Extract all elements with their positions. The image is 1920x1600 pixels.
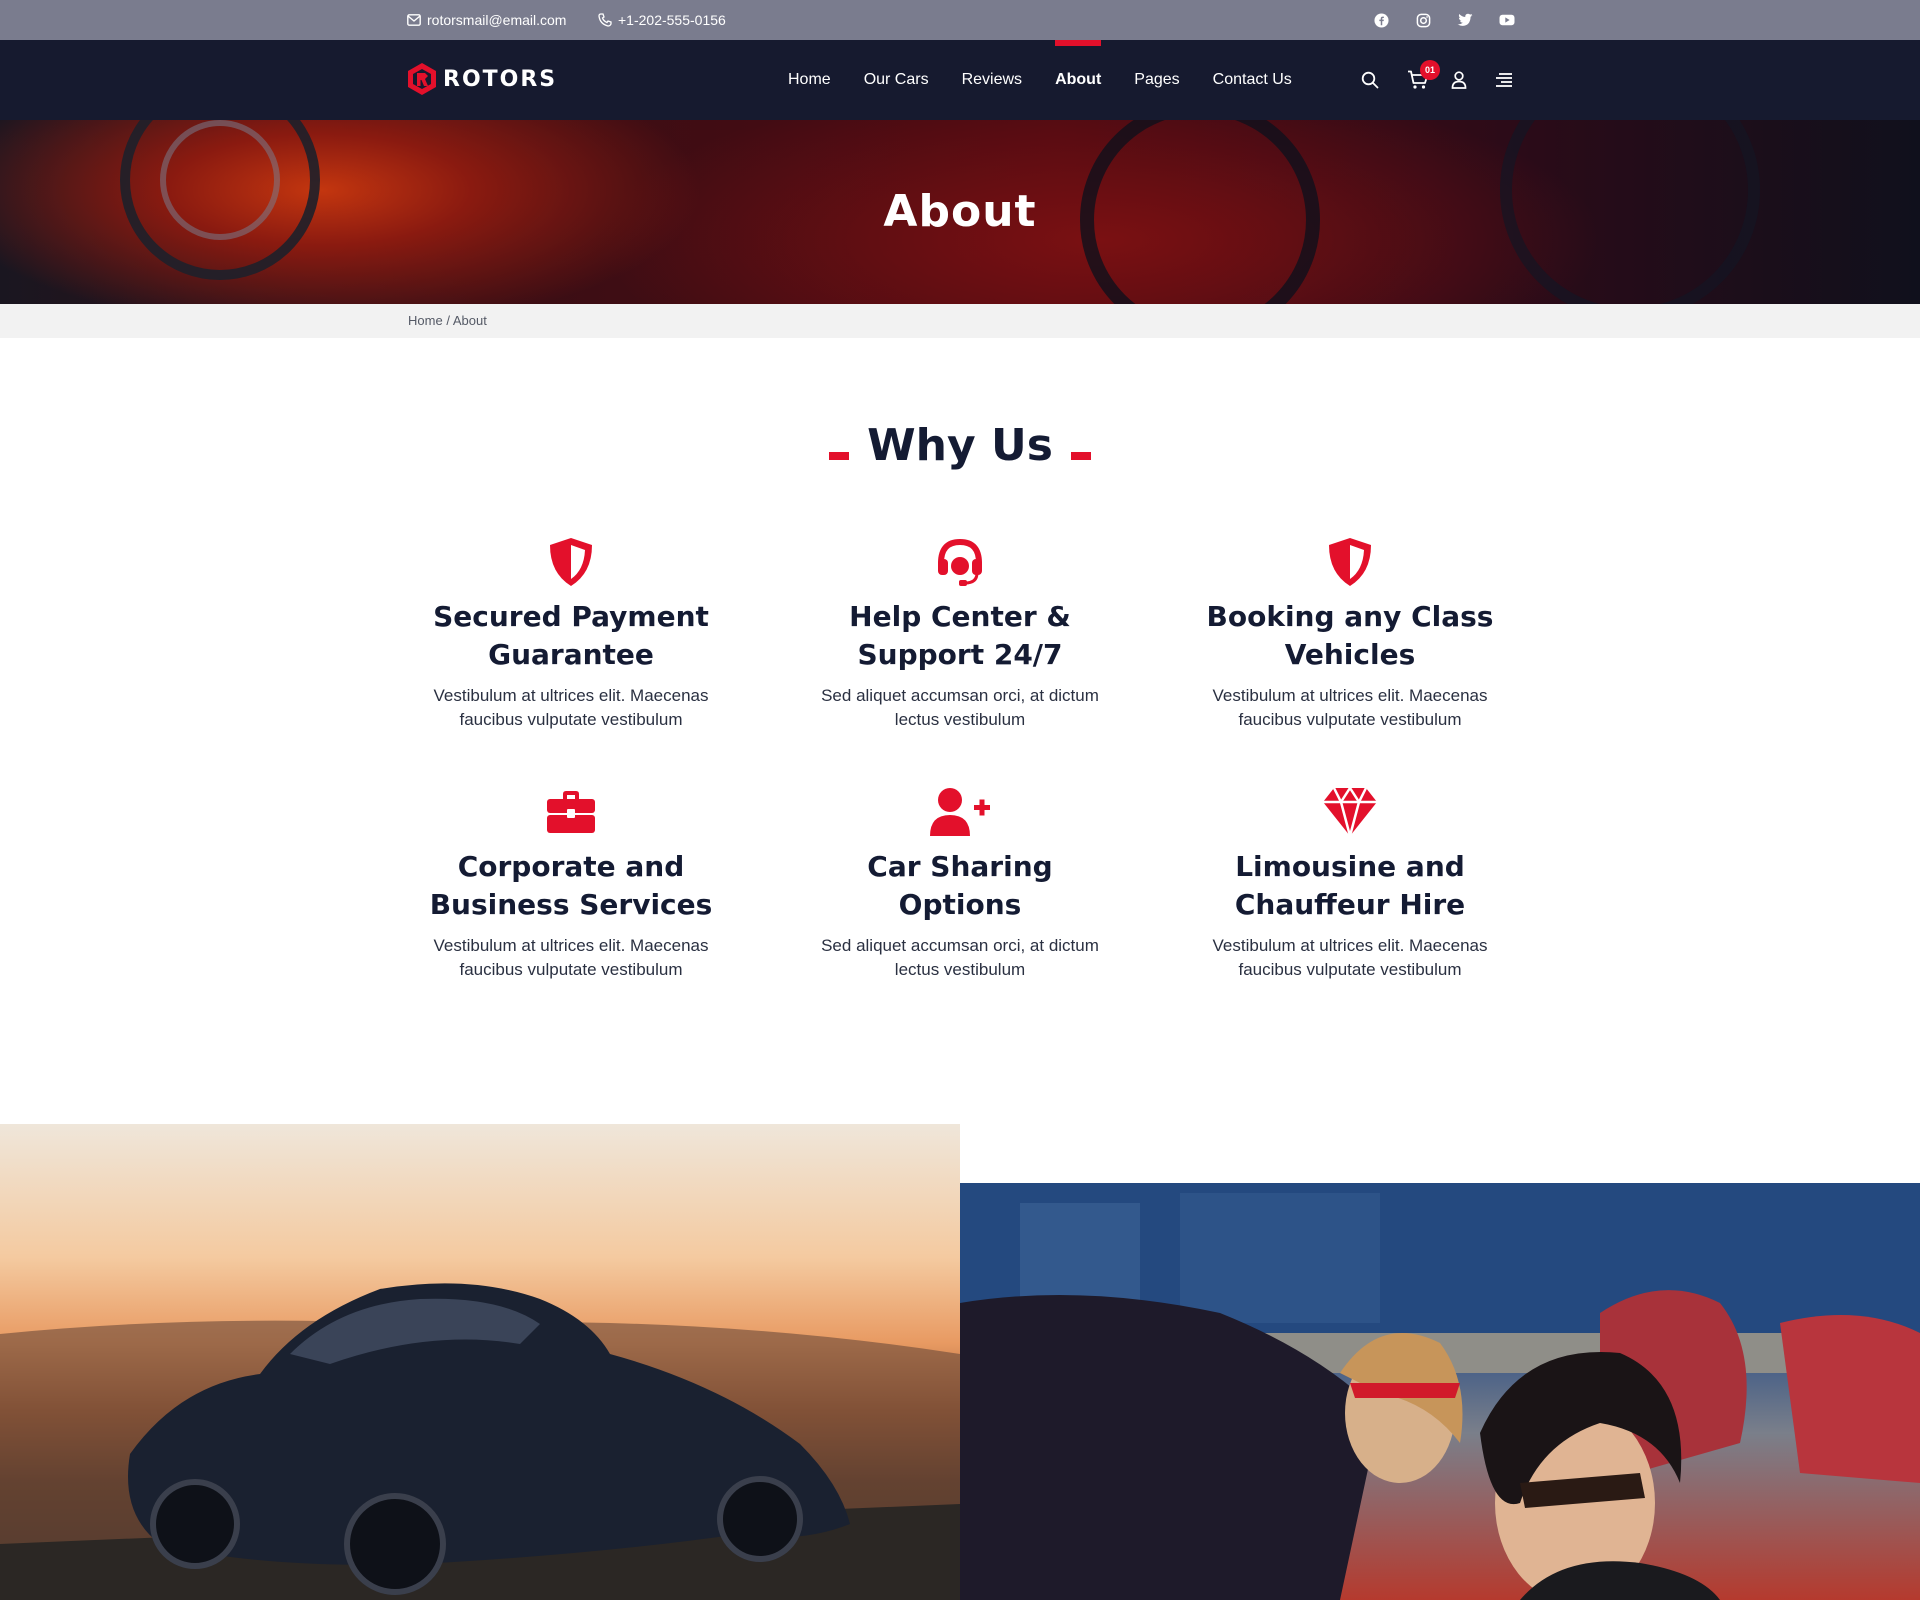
feature-title-line1: Limousine and <box>1235 850 1465 883</box>
nav-links: Home Our Cars Reviews About Pages Contac… <box>788 40 1325 120</box>
feature-desc-line1: Sed aliquet accumsan orci, at dictum <box>821 686 1099 705</box>
phone-icon <box>598 13 612 27</box>
contact-email[interactable]: rotorsmail@email.com <box>407 0 566 40</box>
menu-icon[interactable] <box>1492 68 1516 92</box>
feature-desc-line2: faucibus vulputate vestibulum <box>1238 710 1462 729</box>
diamond-icon <box>1323 787 1377 837</box>
feature-desc-line1: Vestibulum at ultrices elit. Maecenas <box>433 686 709 705</box>
cart-count-badge: 01 <box>1420 60 1440 80</box>
feature-card-booking-any-class: Booking any Class Vehicles Vestibulum at … <box>1185 534 1515 732</box>
feature-title-line1: Help Center & <box>849 600 1071 633</box>
nav-link-about[interactable]: About <box>1055 40 1102 120</box>
shield-icon <box>550 538 592 586</box>
why-us-title: Why Us <box>867 420 1053 471</box>
feature-card-limousine: Limousine and Chauffeur Hire Vestibulum a… <box>1185 784 1515 982</box>
breadcrumb-home-link[interactable]: Home <box>408 313 443 328</box>
feature-title-line1: Secured Payment <box>433 600 709 633</box>
logo-hexagon-icon <box>408 63 436 95</box>
main-navbar: ROTORS Home Our Cars Reviews About Pages… <box>0 40 1920 120</box>
feature-title-line1: Car Sharing <box>867 850 1053 883</box>
feature-desc-line1: Vestibulum at ultrices elit. Maecenas <box>1212 936 1488 955</box>
feature-desc-line2: lectus vestibulum <box>894 710 1026 729</box>
feature-card-car-sharing: Car Sharing Options Sed aliquet accumsan … <box>795 784 1125 982</box>
feature-title-line2: Business Services <box>429 888 713 921</box>
nav-link-contact-us[interactable]: Contact Us <box>1213 40 1292 120</box>
feature-desc-line2: lectus vestibulum <box>894 960 1026 979</box>
cart-icon[interactable]: 01 <box>1406 60 1440 92</box>
nav-link-reviews[interactable]: Reviews <box>962 40 1022 120</box>
feature-desc-line1: Sed aliquet accumsan orci, at dictum <box>821 936 1099 955</box>
breadcrumb-separator: / <box>446 313 450 328</box>
breadcrumb-current: About <box>452 313 487 328</box>
feature-title-line1: Corporate and <box>457 850 685 883</box>
nav-link-pages[interactable]: Pages <box>1134 40 1179 120</box>
feature-title-line2: Options <box>898 888 1022 921</box>
heading-accent-left <box>829 451 850 460</box>
feature-card-secured-payment: Secured Payment Guarantee Vestibulum at u… <box>406 534 736 732</box>
feature-title-line2: Chauffeur Hire <box>1234 888 1466 921</box>
facebook-icon[interactable] <box>1372 11 1390 29</box>
briefcase-icon <box>547 791 595 833</box>
phone-text: +1-202-555-0156 <box>618 12 726 28</box>
logo[interactable]: ROTORS <box>407 62 557 96</box>
envelope-icon <box>407 14 421 26</box>
breadcrumb: Home / About <box>408 313 487 328</box>
contact-phone[interactable]: +1-202-555-0156 <box>598 0 726 40</box>
instagram-icon[interactable] <box>1414 11 1432 29</box>
women-in-convertible-photo <box>960 1183 1920 1600</box>
feature-title-line2: Guarantee <box>488 638 654 671</box>
feature-desc-line1: Vestibulum at ultrices elit. Maecenas <box>433 936 709 955</box>
feature-desc-line2: faucibus vulputate vestibulum <box>459 960 683 979</box>
user-plus-icon <box>930 788 990 836</box>
social-links <box>1372 0 1516 40</box>
twitter-icon[interactable] <box>1456 11 1474 29</box>
feature-desc-line2: faucibus vulputate vestibulum <box>459 710 683 729</box>
feature-card-help-center: Help Center & Support 24/7 Sed aliquet ac… <box>795 534 1125 732</box>
feature-desc-line2: faucibus vulputate vestibulum <box>1238 960 1462 979</box>
feature-desc-line1: Vestibulum at ultrices elit. Maecenas <box>1212 686 1488 705</box>
user-icon[interactable] <box>1447 68 1471 92</box>
sports-car-sunset-photo <box>0 1124 960 1600</box>
top-bar: rotorsmail@email.com +1-202-555-0156 <box>0 0 1920 40</box>
page-title: About <box>883 186 1037 237</box>
nav-link-our-cars[interactable]: Our Cars <box>864 40 929 120</box>
youtube-icon[interactable] <box>1498 11 1516 29</box>
feature-title-line1: Booking any Class <box>1206 600 1494 633</box>
shield-icon <box>1329 538 1371 586</box>
feature-title-line2: Vehicles <box>1284 638 1416 671</box>
page-hero-banner: About <box>0 120 1920 304</box>
search-icon[interactable] <box>1358 68 1382 92</box>
feature-card-corporate-business: Corporate and Business Services Vestibulu… <box>406 784 736 982</box>
feature-title-line2: Support 24/7 <box>857 638 1063 671</box>
nav-link-home[interactable]: Home <box>788 40 831 120</box>
email-text: rotorsmail@email.com <box>427 12 567 28</box>
heading-accent-right <box>1070 451 1091 460</box>
logo-text: ROTORS <box>443 66 558 92</box>
why-us-heading: Why Us <box>0 420 1920 471</box>
headset-icon <box>938 538 982 586</box>
breadcrumb-bar: Home / About <box>0 304 1920 338</box>
